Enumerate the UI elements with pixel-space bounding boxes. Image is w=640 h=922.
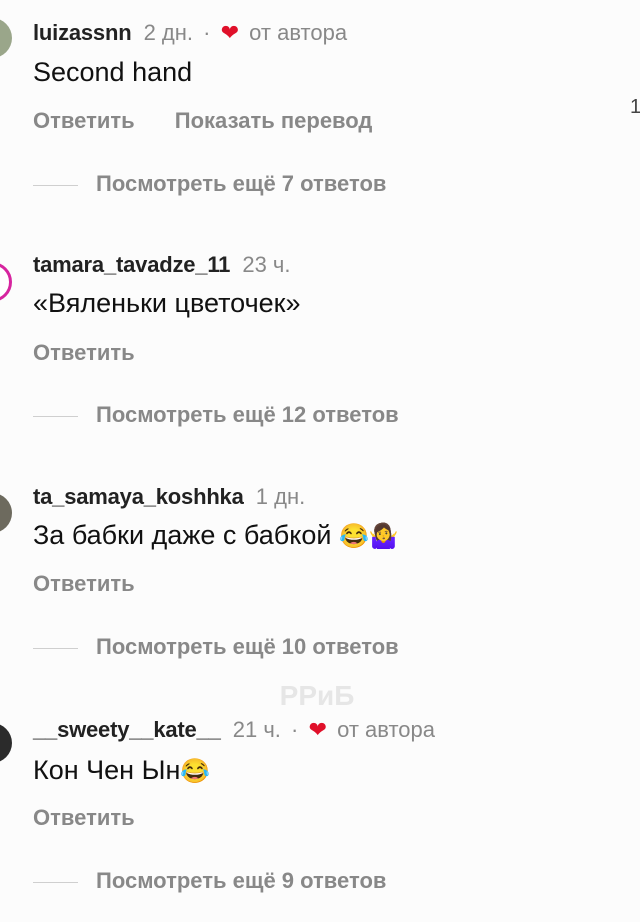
comment-meta: ta_samaya_koshhka 1 дн. — [33, 484, 305, 510]
username[interactable]: luizassnn — [33, 20, 132, 45]
heart-icon: ❤ — [220, 20, 240, 45]
comment-text: «Вяленьки цветочек» — [33, 288, 301, 318]
watermark: PPиБ — [279, 680, 355, 711]
comment-meta: luizassnn 2 дн. · ❤ от автора — [33, 20, 347, 46]
separator-dot: · — [291, 717, 299, 742]
emoji-laugh-shrug: 😂🤷‍♀️ — [338, 523, 399, 550]
view-replies-label: Посмотреть ещё 7 ответов — [96, 171, 387, 196]
comment-actions: Ответить — [33, 805, 169, 831]
view-replies-label: Посмотреть ещё 9 ответов — [96, 868, 387, 893]
divider — [33, 184, 78, 186]
comment-actions: Ответить Показать перевод — [33, 108, 406, 134]
divider — [33, 881, 78, 883]
view-replies-button[interactable]: Посмотреть ещё 9 ответов — [33, 868, 386, 894]
username[interactable]: __sweety__kate__ — [33, 717, 221, 742]
view-replies-button[interactable]: Посмотреть ещё 12 ответов — [33, 402, 399, 428]
comment-time: 21 ч. — [232, 717, 281, 742]
reply-button[interactable]: Ответить — [33, 571, 135, 596]
liked-by-author-label: от автора — [337, 717, 435, 742]
view-replies-button[interactable]: Посмотреть ещё 7 ответов — [33, 171, 386, 197]
comment-text: За бабки даже с бабкой 😂🤷‍♀️ — [33, 520, 399, 551]
separator-dot: · — [203, 20, 211, 45]
username[interactable]: tamara_tavadze_11 — [33, 252, 230, 277]
comment-time: 1 дн. — [255, 484, 306, 509]
avatar[interactable] — [0, 262, 12, 302]
avatar[interactable] — [0, 723, 12, 763]
avatar[interactable] — [0, 493, 12, 533]
comment-time: 23 ч. — [242, 252, 291, 277]
avatar[interactable] — [0, 18, 12, 58]
comment-text: Second hand — [33, 57, 193, 87]
comment-actions: Ответить — [33, 571, 169, 597]
divider — [33, 415, 78, 417]
username[interactable]: ta_samaya_koshhka — [33, 484, 244, 509]
reply-button[interactable]: Ответить — [33, 108, 135, 133]
comment-text-body: Кон Чен Ын — [33, 755, 181, 785]
comment-text-body: За бабки даже с бабкой — [33, 520, 332, 550]
heart-icon: ❤ — [308, 717, 327, 742]
reply-button[interactable]: Ответить — [33, 340, 135, 365]
liked-by-author-label: от автора — [249, 20, 348, 45]
comment-text: Кон Чен Ын😂 — [33, 755, 210, 786]
reply-button[interactable]: Ответить — [33, 805, 135, 830]
edge-number: 1 — [630, 96, 640, 118]
show-translation-button[interactable]: Показать перевод — [175, 108, 373, 133]
view-replies-button[interactable]: Посмотреть ещё 10 ответов — [33, 634, 399, 660]
comment-actions: Ответить — [33, 340, 169, 366]
comment-meta: __sweety__kate__ 21 ч. · ❤ от автора — [33, 717, 435, 743]
divider — [33, 647, 78, 649]
comment-time: 2 дн. — [143, 20, 194, 45]
comment-meta: tamara_tavadze_11 23 ч. — [33, 252, 291, 278]
view-replies-label: Посмотреть ещё 10 ответов — [96, 634, 399, 659]
emoji-laugh: 😂 — [180, 758, 211, 785]
view-replies-label: Посмотреть ещё 12 ответов — [96, 402, 399, 427]
